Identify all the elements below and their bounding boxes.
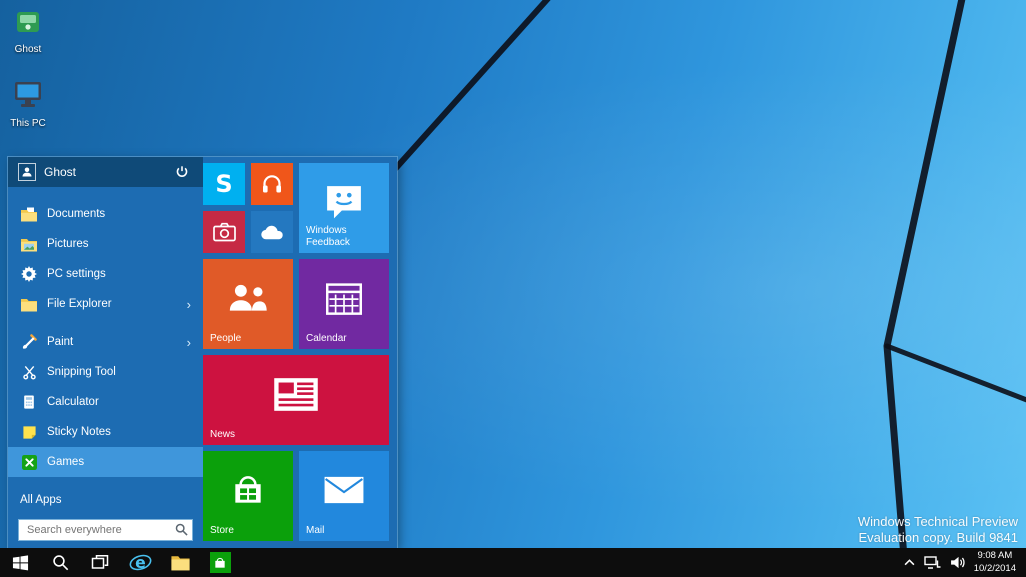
menu-item-label: Calculator: [47, 396, 99, 408]
chevron-right-icon: [187, 298, 191, 311]
start-menu-item-paint[interactable]: Paint: [8, 327, 203, 357]
start-menu-tile-grid: Windows Feedback People Calendar News: [203, 163, 391, 542]
gear-icon: [20, 265, 38, 283]
system-tray: 9:08 AM 10/2/2014: [904, 548, 1026, 577]
start-menu-left-column: Ghost Documents Pictures PC settings Fil…: [8, 157, 203, 548]
menu-item-label: All Apps: [20, 494, 62, 506]
desktop-icon-ghost[interactable]: Ghost: [0, 8, 56, 55]
tile-label: Mail: [306, 525, 325, 536]
start-menu: Ghost Documents Pictures PC settings Fil…: [8, 157, 397, 548]
start-menu-item-games[interactable]: Games: [8, 447, 203, 477]
tile-music[interactable]: [251, 163, 293, 205]
tile-people[interactable]: People: [203, 259, 293, 349]
tile-store[interactable]: Store: [203, 451, 293, 541]
watermark-line-1: Windows Technical Preview: [857, 514, 1018, 530]
show-hidden-icons-chevron[interactable]: [904, 548, 915, 577]
clock-date: 10/2/2014: [973, 562, 1016, 574]
store-taskbar-button[interactable]: [200, 548, 240, 577]
user-name[interactable]: Ghost: [44, 165, 163, 179]
volume-icon[interactable]: [950, 548, 965, 577]
tile-camera[interactable]: [203, 211, 245, 253]
power-button[interactable]: [171, 161, 193, 183]
tile-windows-feedback[interactable]: Windows Feedback: [299, 163, 389, 253]
start-menu-item-sticky-notes[interactable]: Sticky Notes: [8, 417, 203, 447]
start-menu-item-pictures[interactable]: Pictures: [8, 229, 203, 259]
menu-item-label: Pictures: [47, 238, 89, 250]
ghost-app-icon: [14, 8, 42, 41]
search-input[interactable]: [18, 519, 193, 541]
desktop-icon-this-pc[interactable]: This PC: [0, 80, 56, 129]
pictures-icon: [20, 235, 38, 253]
cloud-icon: [251, 211, 293, 253]
menu-item-label: PC settings: [47, 268, 106, 280]
tile-calendar[interactable]: Calendar: [299, 259, 389, 349]
tile-skype[interactable]: [203, 163, 245, 205]
people-icon: [203, 259, 293, 343]
start-button[interactable]: [0, 548, 40, 577]
watermark-line-2: Evaluation copy. Build 9841: [858, 529, 1018, 545]
network-icon[interactable]: [924, 548, 941, 577]
envelope-icon: [299, 451, 389, 535]
chevron-right-icon: [187, 336, 191, 349]
documents-icon: [20, 205, 38, 223]
scissors-icon: [20, 363, 38, 381]
start-menu-item-documents[interactable]: Documents: [8, 199, 203, 229]
skype-icon: [215, 170, 232, 198]
tile-label: Store: [210, 525, 234, 536]
tile-label: People: [210, 333, 242, 344]
file-explorer-taskbar-button[interactable]: [160, 548, 200, 577]
menu-item-label: Games: [47, 456, 85, 468]
tile-onedrive[interactable]: [251, 211, 293, 253]
desktop-icon-label: This PC: [10, 118, 46, 129]
search-icon[interactable]: [175, 523, 188, 541]
tile-news[interactable]: News: [203, 355, 389, 445]
taskbar-clock[interactable]: 9:08 AM 10/2/2014: [974, 550, 1016, 575]
start-menu-item-pc-settings[interactable]: PC settings: [8, 259, 203, 289]
start-menu-item-calculator[interactable]: Calculator: [8, 387, 203, 417]
tile-label: Calendar: [306, 333, 347, 344]
calendar-icon: [299, 259, 389, 343]
menu-item-label: File Explorer: [47, 298, 112, 310]
desktop: Ghost This PC Windows Technical Preview …: [0, 0, 1026, 577]
task-view-button[interactable]: [80, 548, 120, 577]
menu-item-label: Paint: [47, 336, 74, 348]
start-menu-item-all-apps[interactable]: All Apps: [8, 487, 203, 513]
file-explorer-icon: [20, 295, 38, 313]
games-icon: [20, 453, 38, 471]
menu-item-label: Documents: [47, 208, 106, 220]
start-menu-item-snipping-tool[interactable]: Snipping Tool: [8, 357, 203, 387]
menu-item-label: Snipping Tool: [47, 366, 116, 378]
this-pc-icon: [12, 80, 44, 115]
shopping-bag-icon: [203, 451, 293, 535]
menu-item-label: Sticky Notes: [47, 426, 111, 438]
start-menu-item-file-explorer[interactable]: File Explorer: [8, 289, 203, 319]
user-avatar-icon[interactable]: [18, 163, 36, 181]
svg-text:e: e: [135, 553, 146, 572]
taskbar: e 9:08 AM 10/2/2014: [0, 548, 1026, 577]
paint-icon: [20, 333, 38, 351]
clock-time: 9:08 AM: [977, 550, 1013, 562]
calculator-icon: [20, 393, 38, 411]
store-icon: [209, 552, 231, 573]
internet-explorer-icon[interactable]: e: [120, 548, 160, 577]
desktop-icon-label: Ghost: [14, 44, 42, 55]
build-watermark: Windows Technical Preview Evaluation cop…: [858, 514, 1018, 545]
tile-label: News: [210, 429, 236, 440]
sticky-note-icon: [20, 423, 38, 441]
taskbar-search-button[interactable]: [40, 548, 80, 577]
camera-icon: [203, 211, 245, 253]
start-menu-search: [18, 519, 193, 541]
tile-mail[interactable]: Mail: [299, 451, 389, 541]
headphones-icon: [251, 163, 293, 205]
start-menu-user-header: Ghost: [8, 157, 203, 187]
tile-label: Windows Feedback: [306, 225, 350, 248]
newspaper-icon: [203, 355, 389, 439]
